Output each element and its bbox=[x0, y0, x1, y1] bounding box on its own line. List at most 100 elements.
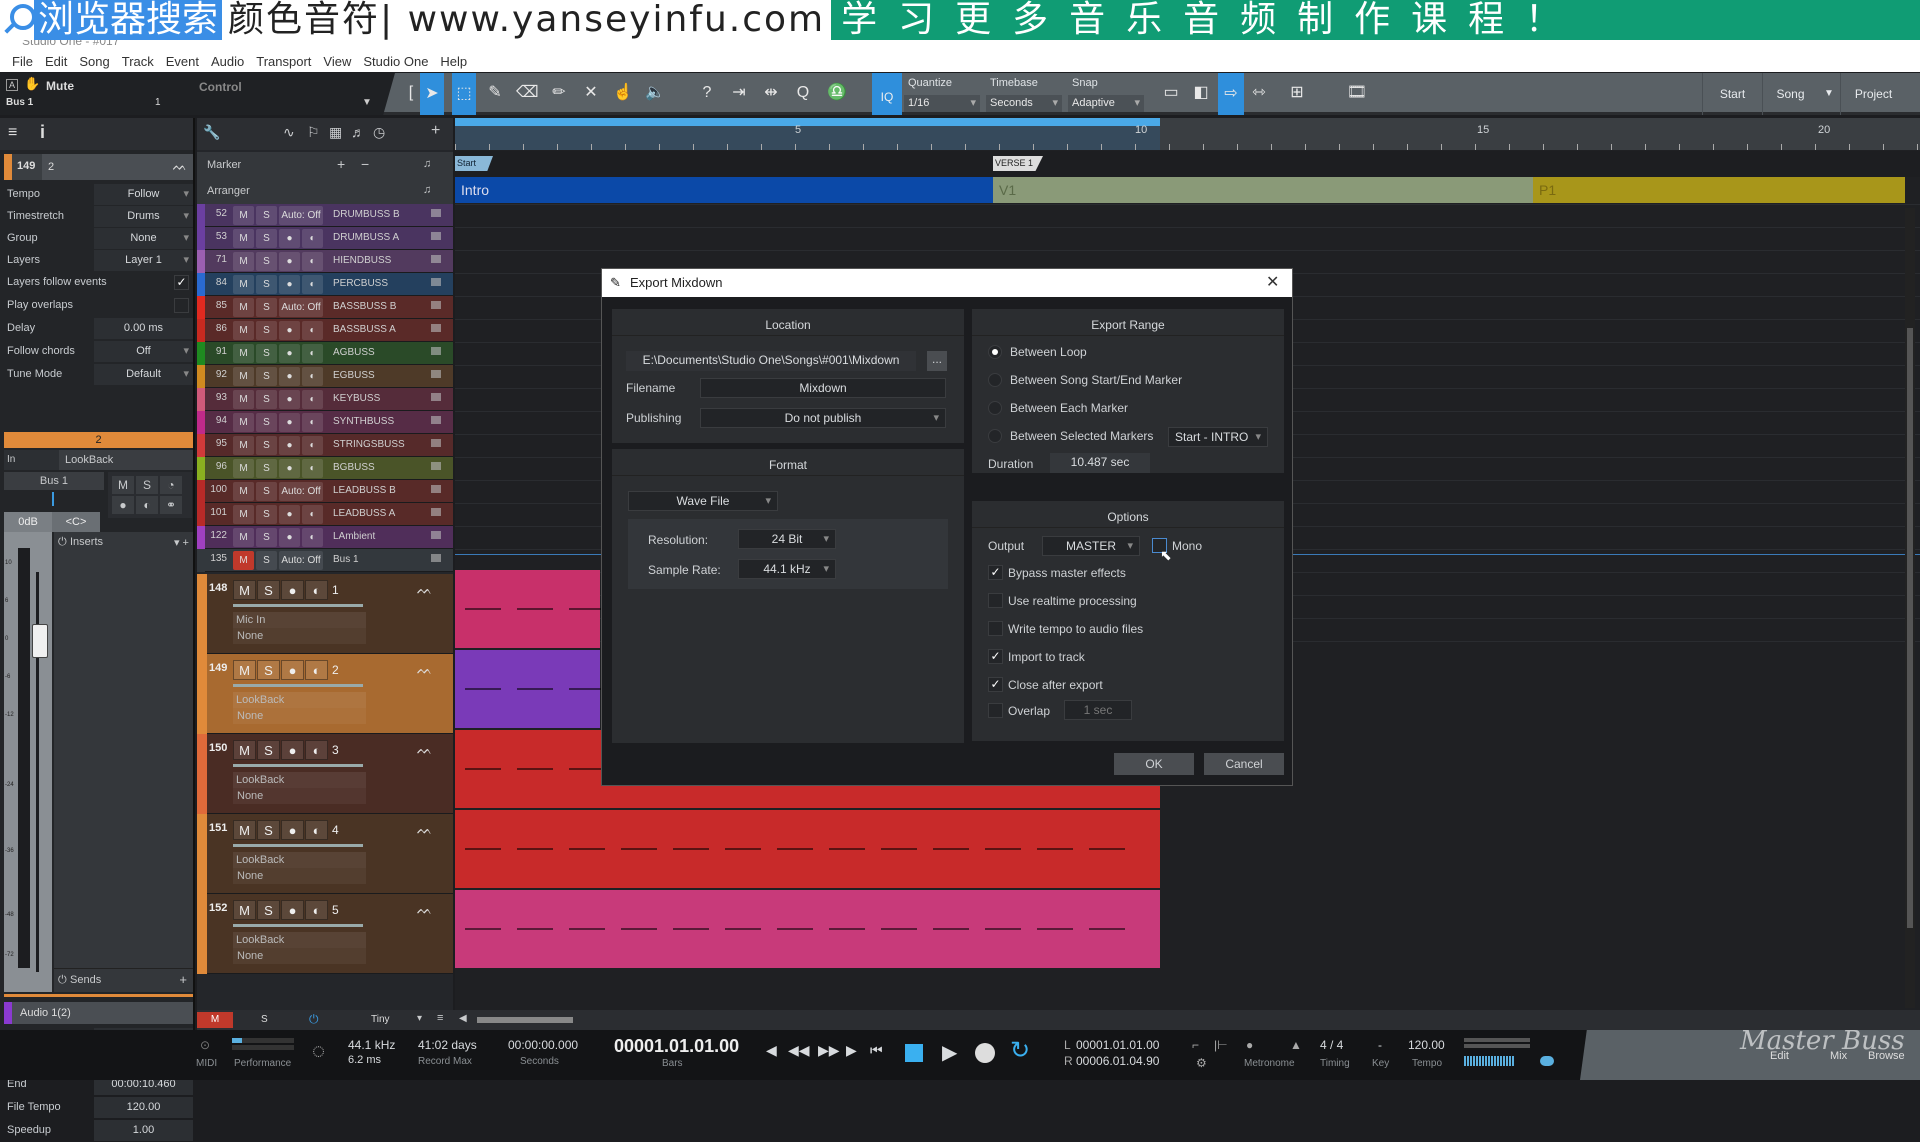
track-row[interactable]: 94 M S ● ◐ SYNTHBUSS bbox=[197, 411, 453, 434]
track-volume-slider[interactable] bbox=[233, 604, 363, 607]
menu-track[interactable]: Track bbox=[116, 52, 160, 72]
track-send-dropdown[interactable]: None bbox=[233, 708, 366, 724]
selected-markers-dropdown[interactable]: Start - INTRO bbox=[1168, 427, 1268, 447]
track-name[interactable]: BGBUSS bbox=[333, 462, 375, 473]
marker-flag-icon[interactable]: ⚐ bbox=[307, 124, 320, 141]
track-mute-button[interactable]: M bbox=[233, 321, 254, 340]
track-color-strip[interactable] bbox=[197, 273, 205, 296]
inspector-row-dropdown[interactable]: Drums bbox=[94, 206, 193, 227]
menu-edit[interactable]: Edit bbox=[39, 52, 73, 72]
folder-icon[interactable] bbox=[431, 531, 441, 539]
track-name[interactable]: SYNTHBUSS bbox=[333, 416, 394, 427]
range-tool-icon[interactable]: ⬚ bbox=[452, 73, 476, 115]
settings-icon[interactable]: ⚙ bbox=[1196, 1056, 1207, 1070]
track-color-strip[interactable] bbox=[197, 434, 205, 457]
track-name[interactable]: LAmbient bbox=[333, 531, 375, 542]
split-tool-icon[interactable]: ✎ bbox=[484, 82, 506, 104]
track-color-strip[interactable] bbox=[197, 734, 207, 814]
split-snap-icon[interactable]: ⇿ bbox=[1248, 82, 1270, 104]
track-row[interactable]: 52 M S Auto: Off DRUMBUSS B bbox=[197, 204, 453, 227]
track-input-dropdown[interactable]: LookBack bbox=[233, 692, 366, 708]
tempo-clock-icon[interactable]: ◷ bbox=[373, 124, 385, 141]
loop-start[interactable]: 00001.01.01.00 bbox=[1076, 1038, 1159, 1052]
channel-power-icon[interactable]: ◔ bbox=[160, 476, 182, 494]
pan-readout[interactable]: <C> bbox=[52, 512, 100, 532]
horizontal-scrollbar[interactable] bbox=[477, 1017, 573, 1023]
auto-icon[interactable]: A bbox=[6, 79, 18, 91]
marker-note-icon[interactable]: ♫ bbox=[423, 158, 431, 170]
track-name[interactable]: BASSBUSS A bbox=[333, 324, 396, 335]
inspector-track-name[interactable]: 2 bbox=[48, 161, 54, 173]
track-input-dropdown[interactable]: LookBack bbox=[233, 932, 366, 948]
chord-icon[interactable]: ♬ bbox=[351, 124, 365, 140]
track-name[interactable]: DRUMBUSS A bbox=[333, 232, 399, 243]
input-dropdown[interactable]: LookBack bbox=[59, 450, 193, 470]
track-color-strip[interactable] bbox=[197, 250, 205, 273]
location-path[interactable]: E:\Documents\Studio One\Songs\#001\Mixdo… bbox=[626, 351, 916, 371]
autoscroll-icon[interactable]: ⇥ bbox=[728, 82, 750, 104]
section-v1[interactable]: V1 bbox=[993, 177, 1533, 203]
play-overlaps-checkbox[interactable] bbox=[174, 298, 189, 313]
folder-icon[interactable] bbox=[431, 416, 441, 424]
track-solo-button[interactable]: S bbox=[257, 660, 280, 680]
power-icon[interactable]: ⏻ bbox=[309, 1012, 319, 1027]
bars-value[interactable]: 00001.01.01.00 bbox=[614, 1036, 739, 1057]
output-dropdown[interactable]: MASTER bbox=[1042, 536, 1140, 556]
track-color-strip[interactable] bbox=[197, 654, 207, 734]
record-arm-icon[interactable]: ● bbox=[281, 820, 304, 840]
track-mute-button[interactable]: M bbox=[233, 344, 254, 363]
marker-verse-1[interactable]: VERSE 1 bbox=[993, 156, 1043, 171]
channel-link-icon[interactable]: ⚭ bbox=[160, 496, 182, 514]
monitor-icon[interactable]: ◐ bbox=[302, 390, 323, 409]
hand-icon[interactable]: ✋ bbox=[24, 76, 40, 92]
option-checkbox[interactable]: ✓ bbox=[988, 649, 1003, 664]
track-mute-button[interactable]: M bbox=[233, 580, 256, 600]
track-name[interactable]: DRUMBUSS B bbox=[333, 209, 400, 220]
event-color[interactable] bbox=[4, 1002, 12, 1024]
scroll-left-icon[interactable]: ◀ bbox=[459, 1013, 467, 1024]
track-solo-button[interactable]: S bbox=[256, 321, 277, 340]
track-color-strip[interactable] bbox=[197, 526, 205, 549]
track-send-dropdown[interactable]: None bbox=[233, 788, 366, 804]
track-row[interactable]: 93 M S ● ◐ KEYBUSS bbox=[197, 388, 453, 411]
track-mute-button[interactable]: M bbox=[233, 298, 254, 317]
arranger-icon[interactable]: ▦ bbox=[329, 124, 342, 141]
track-row[interactable]: 91 M S ● ◐ AGBUSS bbox=[197, 342, 453, 365]
track-color-strip[interactable] bbox=[197, 388, 205, 411]
channel-number[interactable]: 1 bbox=[155, 97, 161, 108]
menu-file[interactable]: File bbox=[6, 52, 39, 72]
track-name[interactable]: AGBUSS bbox=[333, 347, 375, 358]
track-mute-button[interactable]: M bbox=[233, 206, 254, 225]
record-arm-icon[interactable]: ● bbox=[281, 580, 304, 600]
record-arm-icon[interactable]: ● bbox=[279, 459, 300, 478]
track-mute-button[interactable]: M bbox=[233, 390, 254, 409]
track-volume-slider[interactable] bbox=[233, 844, 363, 847]
global-solo-button[interactable]: S bbox=[261, 1014, 268, 1025]
event-row-value[interactable]: 1.00 bbox=[94, 1120, 193, 1141]
track-color-strip[interactable] bbox=[197, 894, 207, 974]
snap-events-icon[interactable]: ◧ bbox=[1190, 82, 1212, 104]
folder-icon[interactable] bbox=[431, 370, 441, 378]
track-volume-slider[interactable] bbox=[233, 684, 363, 687]
menu-transport[interactable]: Transport bbox=[250, 52, 317, 72]
channel-solo-button[interactable]: S bbox=[136, 476, 158, 494]
overlap-input[interactable]: 1 sec bbox=[1064, 700, 1132, 720]
channel-record-icon[interactable]: ● bbox=[112, 496, 134, 514]
sends-power-icon[interactable]: ⏻ bbox=[58, 974, 67, 987]
close-icon[interactable]: ✕ bbox=[1266, 272, 1279, 292]
track-mute-button[interactable]: M bbox=[233, 551, 254, 570]
loop-bar[interactable] bbox=[455, 118, 1160, 126]
bus-output-icon[interactable] bbox=[431, 485, 441, 493]
track-name[interactable]: 4 bbox=[332, 823, 339, 837]
track-row[interactable]: 71 M S ● ◐ HIENDBUSS bbox=[197, 250, 453, 273]
record-arm-icon[interactable]: ● bbox=[281, 900, 304, 920]
menu-song[interactable]: Song bbox=[73, 52, 115, 72]
record-arm-icon[interactable]: ● bbox=[279, 252, 300, 271]
track-name[interactable]: PERCBUSS bbox=[333, 278, 388, 289]
list-icon[interactable]: ≡ bbox=[8, 124, 17, 142]
track-row[interactable]: 85 M S Auto: Off BASSBUSS B bbox=[197, 296, 453, 319]
track-solo-button[interactable]: S bbox=[256, 459, 277, 478]
tempo-value[interactable]: 120.00 bbox=[1408, 1038, 1445, 1052]
option-checkbox[interactable]: ✓ bbox=[988, 565, 1003, 580]
record-arm-icon[interactable]: ● bbox=[279, 505, 300, 524]
